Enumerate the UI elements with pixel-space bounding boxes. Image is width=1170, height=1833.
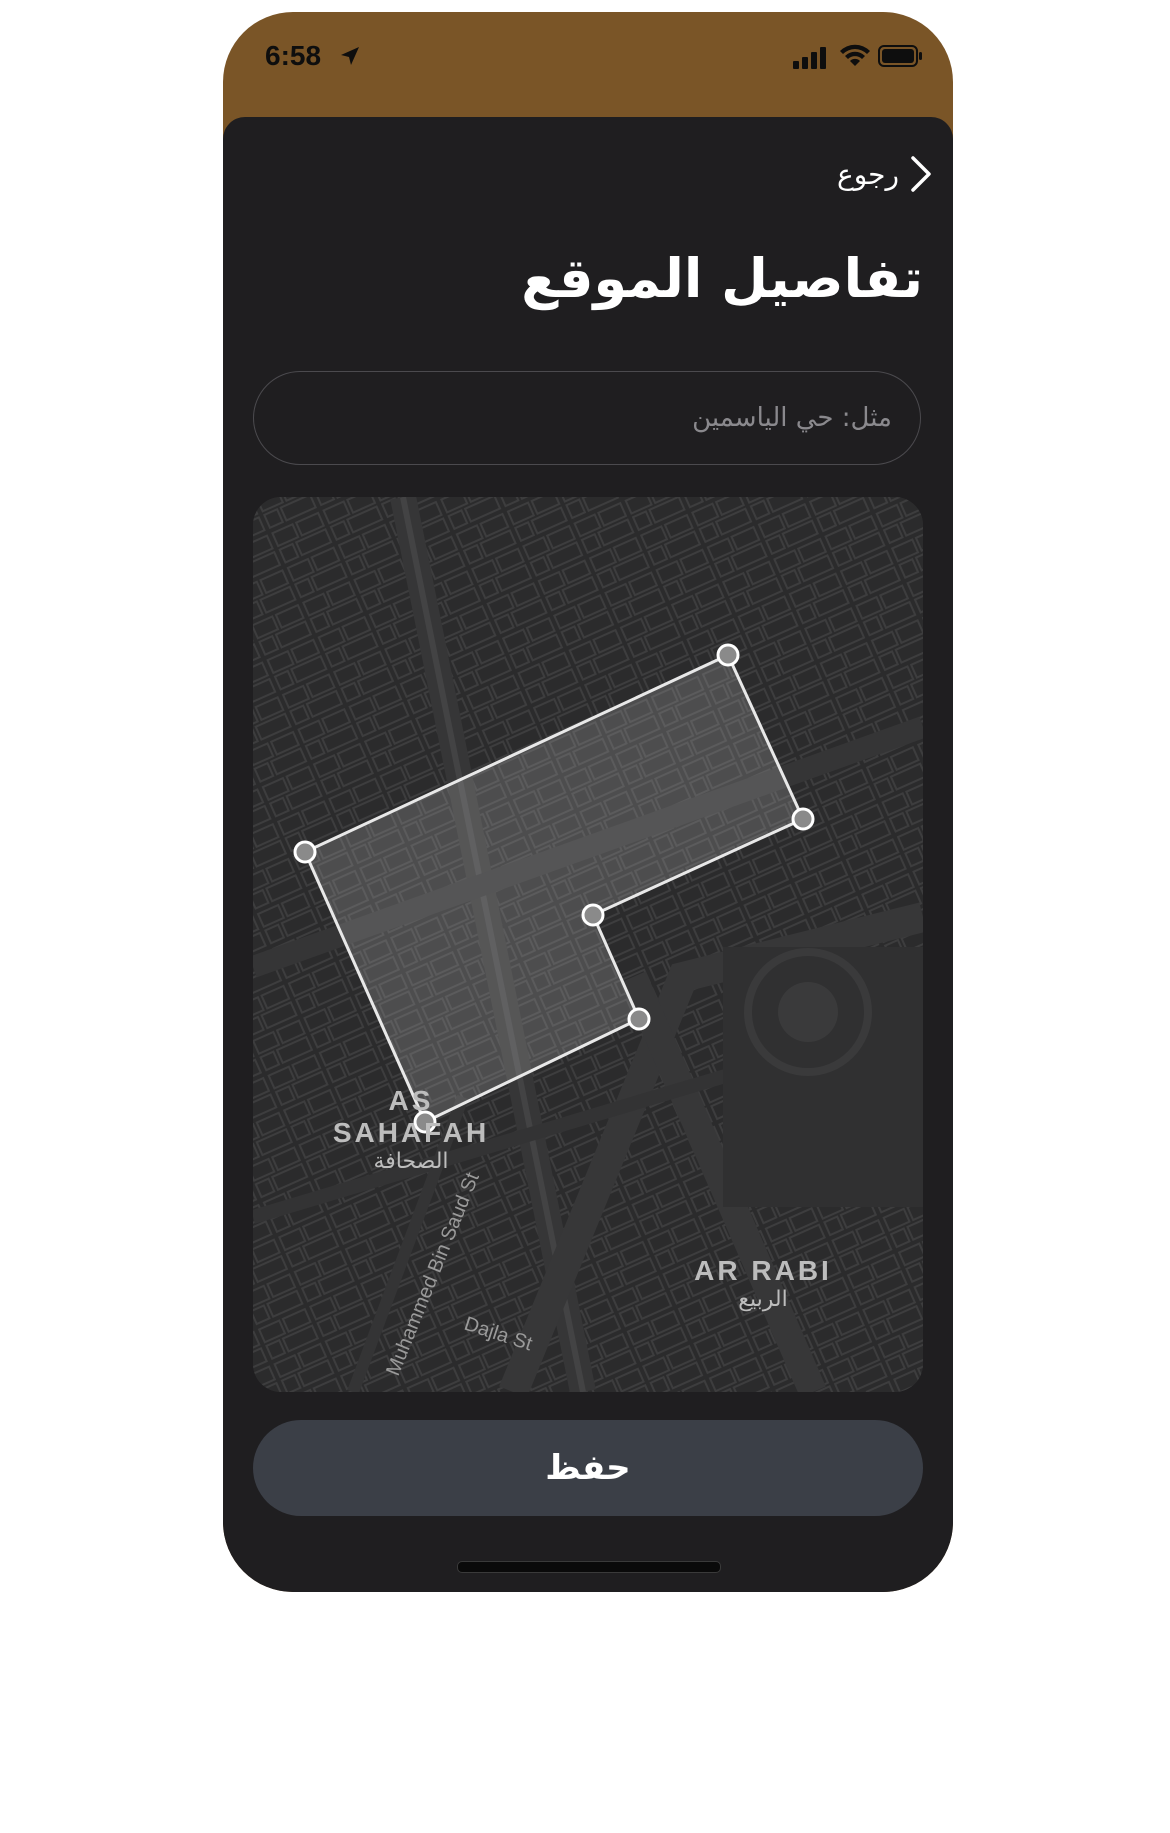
status-time: 6:58 (265, 40, 322, 71)
vertex-handle (716, 643, 740, 667)
map-label-as-sahafah: AS SAHAFAH الصحافة (311, 1085, 511, 1174)
vertex-handle (293, 840, 317, 864)
map-label-ar-rabi: AR RABI الربيع (673, 1255, 853, 1312)
phone-frame: 6:58 رجوع تفاصيل الموقع مثل: حي الياسمين… (223, 12, 953, 1592)
chevron-right-icon (911, 156, 931, 192)
page-title: تفاصيل الموقع (521, 247, 923, 310)
neighborhood-search-field[interactable] (253, 371, 921, 465)
map-label-en: AR RABI (694, 1255, 832, 1286)
back-label: رجوع (836, 157, 899, 191)
location-details-sheet: رجوع تفاصيل الموقع مثل: حي الياسمين Dajl… (223, 117, 953, 1592)
map-label-en: AS SAHAFAH (332, 1085, 490, 1148)
home-indicator[interactable] (457, 1561, 721, 1573)
map-label-ar: الربيع (738, 1287, 788, 1312)
neighborhood-input[interactable] (254, 372, 920, 464)
wifi-icon (840, 44, 870, 66)
battery-icon (878, 45, 922, 67)
map-view[interactable]: Dajla St Muhammed Bin Saud St AS SAHAFAH… (253, 497, 923, 1392)
cellular-signal-icon (793, 47, 826, 69)
vertex-handle (627, 1007, 651, 1031)
vertex-handle (791, 807, 815, 831)
status-bar: 6:58 (223, 12, 953, 117)
back-button[interactable]: رجوع (837, 155, 933, 193)
vertex-handle (581, 903, 605, 927)
save-button[interactable]: حفظ (253, 1420, 923, 1516)
map-park (723, 947, 923, 1207)
location-arrow-icon (341, 47, 359, 65)
map-label-ar: الصحافة (373, 1149, 449, 1174)
